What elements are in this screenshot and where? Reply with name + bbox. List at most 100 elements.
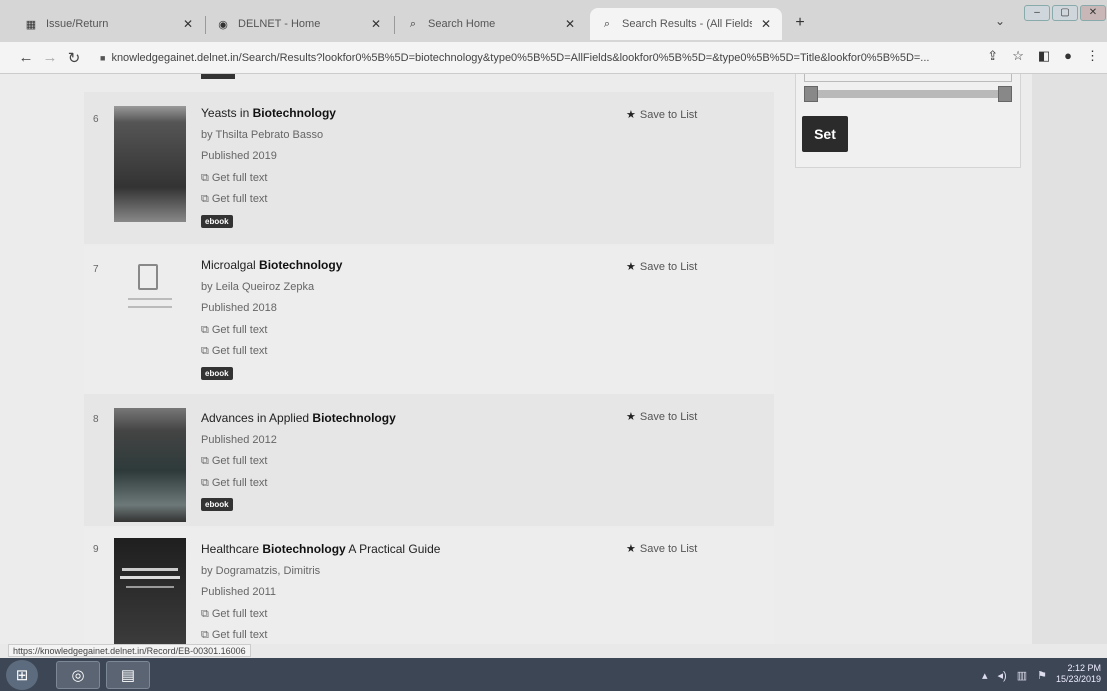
chrome-taskbar-icon[interactable]: ◎ [56,661,100,689]
star-icon: ★ [626,261,636,273]
address-url: knowledgegainet.delnet.in/Search/Results… [111,52,930,64]
full-text-link[interactable]: ⧉ Get full text [201,189,336,211]
save-to-list-button[interactable]: ★ Save to List [626,542,697,555]
search-favicon-icon: ⌕ [603,17,611,30]
network-icon[interactable]: ▥ [1017,669,1027,682]
close-tab-icon[interactable]: ✕ [370,17,382,31]
back-arrow-icon[interactable]: ← [14,49,38,66]
title-highlight: Biotechnology [262,542,346,556]
reload-icon[interactable]: ↻ [62,49,86,67]
result-title[interactable]: Microalgal Biotechnology [201,255,342,277]
close-tab-icon[interactable]: ✕ [564,17,576,31]
save-to-list-button[interactable]: ★ Save to List [626,108,697,121]
link-label: Get full text [211,629,268,641]
external-link-icon: ⧉ [201,345,209,357]
save-label: Save to List [639,109,698,121]
result-item: 6 Yeasts in Biotechnology by Thsilta Peb… [84,92,774,244]
tab-title: Issue/Return [46,18,109,30]
results-list: 6 Yeasts in Biotechnology by Thsilta Peb… [84,74,774,644]
tab-title: Search Results - (All Fields:biotec [622,18,752,30]
start-button[interactable]: ⊞ [6,660,38,690]
title-highlight: Biotechnology [312,411,396,425]
forward-arrow-icon[interactable]: → [38,49,62,66]
star-icon: ★ [626,543,636,555]
notepad-taskbar-icon[interactable]: ▤ [106,661,150,689]
result-title[interactable]: Yeasts in Biotechnology [201,103,336,125]
save-to-list-button[interactable]: ★ Save to List [626,260,697,273]
result-published: Published 2011 [201,586,277,598]
format-badge: ebook [201,366,233,380]
full-text-link[interactable]: ⧉ Get full text [201,625,440,644]
save-label: Save to List [639,261,698,273]
year-range-inputs[interactable] [804,74,1012,82]
external-link-icon: ⧉ [201,193,209,205]
result-title[interactable]: Healthcare Biotechnology A Practical Gui… [201,539,440,561]
book-icon [138,264,158,290]
book-cover[interactable] [114,538,186,644]
volume-icon[interactable]: ◂) [998,669,1007,682]
result-published: Published 2018 [201,302,277,314]
clock-date: 15/23/2019 [1055,674,1101,684]
external-link-icon: ⧉ [201,476,209,489]
link-label: Get full text [211,607,268,620]
title-text: Microalgal [201,258,256,272]
star-icon: ★ [626,411,636,423]
link-label: Get full text [211,171,268,184]
tab-issue-return[interactable]: ▦ Issue/Return ✕ [14,8,204,40]
maximize-icon[interactable]: ▢ [1052,5,1078,21]
tab-delnet-home[interactable]: ◉ DELNET - Home ✕ [206,8,392,40]
status-bar-url: https://knowledgegainet.delnet.in/Record… [8,644,251,657]
minimize-icon[interactable]: – [1024,5,1050,21]
result-author[interactable]: by Thsilta Pebrato Basso [201,125,336,147]
window-controls: – ▢ ✕ [1024,5,1106,23]
full-text-link[interactable]: ⧉ Get full text [201,604,440,626]
book-cover-placeholder[interactable] [114,262,186,318]
book-cover[interactable] [114,106,186,222]
tab-search-icon[interactable]: ⌄ [995,14,1005,28]
browser-window: ▦ Issue/Return ✕ ◉ DELNET - Home ✕ ⌕ Sea… [0,0,1107,691]
share-icon[interactable]: ⇪ [987,48,998,64]
close-window-icon[interactable]: ✕ [1080,5,1106,21]
result-title[interactable]: Advances in Applied Biotechnology [201,408,396,430]
save-label: Save to List [639,411,698,423]
tray-arrow-icon[interactable]: ▴ [982,669,988,682]
full-text-link[interactable]: ⧉ Get full text [201,451,396,473]
slider-handle-max[interactable] [998,86,1012,102]
tab-search-results[interactable]: ⌕ Search Results - (All Fields:biotec ✕ [590,8,782,40]
menu-kebab-icon[interactable]: ⋮ [1086,48,1099,64]
link-label: Get full text [211,323,268,336]
full-text-link[interactable]: ⧉ Get full text [201,320,342,342]
external-link-icon: ⧉ [201,607,209,620]
title-highlight: Biotechnology [259,258,343,272]
result-author[interactable]: by Dogramatzis, Dimitris [201,561,440,583]
result-published: Published 2019 [201,150,277,162]
tab-search-home[interactable]: ⌕ Search Home ✕ [396,8,586,40]
system-clock[interactable]: 2:12 PM 15/23/2019 [1056,663,1101,685]
result-author[interactable]: by Leila Queiroz Zepka [201,277,342,299]
profile-icon[interactable]: ● [1064,48,1072,64]
close-tab-icon[interactable]: ✕ [760,17,772,31]
slider-handle-min[interactable] [804,86,818,102]
full-text-link[interactable]: ⧉ Get full text [201,473,396,495]
external-link-icon: ⧉ [201,171,209,184]
full-text-link[interactable]: ⧉ Get full text [201,341,342,363]
result-meta: Microalgal Biotechnology by Leila Queiro… [201,255,342,384]
full-text-link[interactable]: ⧉ Get full text [201,168,336,190]
format-badge: ebook [201,498,233,511]
format-badge: ebook [201,214,233,228]
save-to-list-button[interactable]: ★ Save to List [626,410,697,423]
result-number: 7 [93,264,99,275]
close-tab-icon[interactable]: ✕ [182,17,194,31]
sidebar-toggle-icon[interactable]: ◧ [1038,48,1050,64]
address-bar[interactable]: ■ knowledgegainet.delnet.in/Search/Resul… [100,48,970,68]
external-link-icon: ⧉ [201,455,209,467]
globe-icon: ◉ [218,18,228,31]
new-tab-button[interactable]: + [790,14,810,32]
book-cover[interactable] [114,408,186,522]
title-highlight: Biotechnology [252,106,336,120]
year-range-slider[interactable] [804,90,1012,98]
bookmark-star-icon[interactable]: ☆ [1012,48,1024,64]
flag-icon[interactable]: ⚑ [1037,669,1047,682]
set-button[interactable]: Set [802,116,848,152]
lock-icon: ■ [100,53,106,63]
